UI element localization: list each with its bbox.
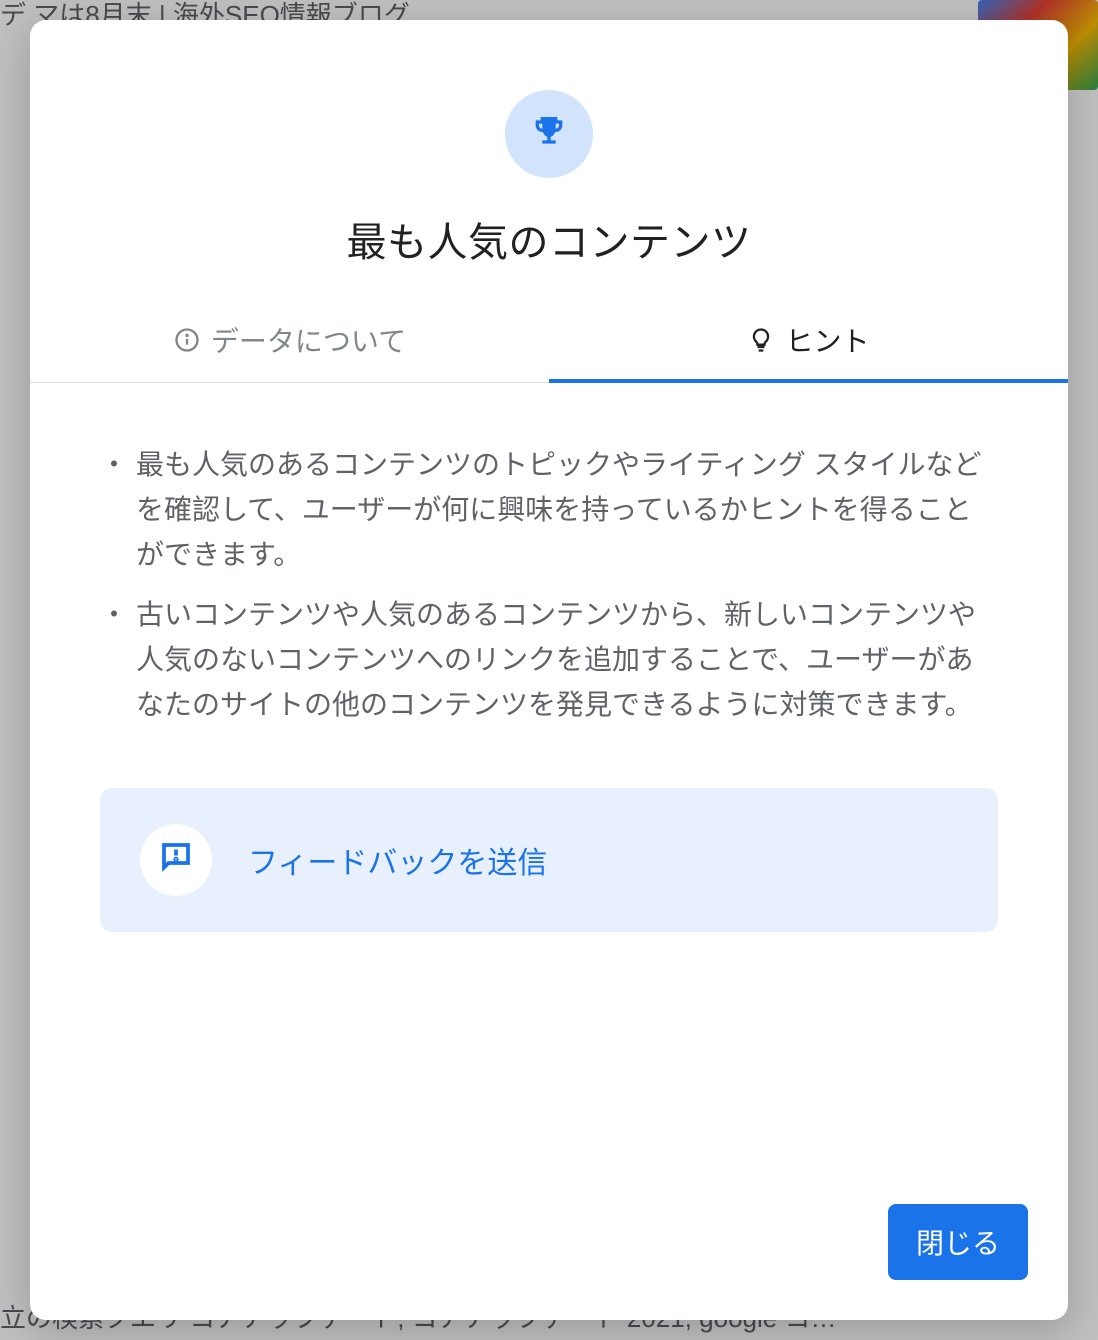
- hint-list: 最も人気のあるコンテンツのトピックやライティング スタイルなどを確認して、ユーザ…: [100, 443, 998, 728]
- feedback-label: フィードバックを送信: [248, 838, 547, 882]
- lightbulb-icon: [747, 326, 775, 354]
- tab-label: データについて: [211, 320, 406, 360]
- send-feedback-button[interactable]: フィードバックを送信: [100, 788, 998, 932]
- close-button[interactable]: 閉じる: [888, 1204, 1028, 1280]
- tab-hints[interactable]: ヒント: [549, 298, 1068, 382]
- feedback-icon-circle: [140, 824, 212, 896]
- trophy-icon-circle: [505, 90, 593, 178]
- popular-content-modal: 最も人気のコンテンツ データについて ヒント 最も人気のあるコンテンツのトピック…: [30, 20, 1068, 1320]
- feedback-icon: [158, 839, 194, 880]
- modal-header: 最も人気のコンテンツ: [30, 20, 1068, 298]
- trophy-icon: [529, 112, 569, 157]
- tab-about-data[interactable]: データについて: [30, 298, 549, 382]
- modal-footer: 閉じる: [30, 1180, 1068, 1320]
- hint-item: 古いコンテンツや人気のあるコンテンツから、新しいコンテンツや人気のないコンテンツ…: [100, 593, 998, 727]
- tab-label: ヒント: [785, 320, 869, 360]
- modal-body: 最も人気のあるコンテンツのトピックやライティング スタイルなどを確認して、ユーザ…: [30, 383, 1068, 1180]
- modal-title: 最も人気のコンテンツ: [347, 210, 752, 268]
- info-icon: [173, 326, 201, 354]
- tab-bar: データについて ヒント: [30, 298, 1068, 383]
- hint-item: 最も人気のあるコンテンツのトピックやライティング スタイルなどを確認して、ユーザ…: [100, 443, 998, 577]
